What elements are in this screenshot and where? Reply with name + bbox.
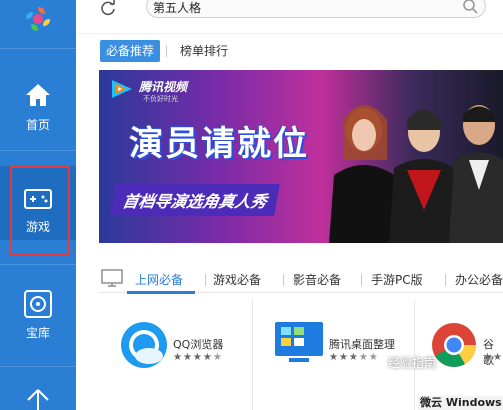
promo-banner[interactable]: 腾讯视频 不负好时光 演员请就位 首档导演选角真人秀 [99, 70, 503, 243]
category-divider [283, 274, 284, 286]
refresh-icon[interactable] [100, 0, 116, 16]
sidebar-item-library[interactable]: 宝库 [0, 280, 76, 354]
category-media[interactable]: 影音必备 [293, 271, 341, 288]
app-card[interactable]: QQ浏览器 ★★★★★ [99, 300, 251, 410]
category-games[interactable]: 游戏必备 [213, 271, 261, 288]
app-logo-icon [26, 7, 50, 31]
watermark: 经验指南 [388, 356, 437, 370]
search-input[interactable] [153, 0, 433, 14]
category-divider [205, 274, 206, 286]
app-name: QQ浏览器 [173, 338, 224, 351]
rating-stars: ★★★★★ [483, 352, 503, 363]
category-active-indicator [127, 291, 195, 294]
upload-icon [27, 389, 49, 410]
chrome-icon [432, 323, 476, 367]
qq-browser-icon [121, 322, 167, 368]
category-bar: 上网必备 游戏必备 影音必备 手游PC版 办公必备 [99, 265, 503, 294]
banner-headline: 演员请就位 [129, 124, 309, 164]
tab-divider [166, 45, 167, 57]
rating-stars: ★★★★★ [173, 352, 223, 363]
banner-people-image [329, 105, 503, 243]
search-icon[interactable] [461, 0, 479, 15]
sidebar-item-label: 首页 [25, 118, 50, 132]
category-divider [445, 274, 446, 286]
app-logo-area [0, 0, 76, 48]
windows-badge: 微云 Windows [418, 396, 503, 410]
highlight-box [10, 166, 70, 256]
monitor-icon [101, 269, 123, 287]
home-icon [26, 84, 50, 106]
banner-brand-sub: 不负好时光 [143, 95, 178, 103]
sidebar-item-label: 宝库 [25, 326, 50, 340]
category-mobile-pc[interactable]: 手游PC版 [371, 271, 423, 288]
disc-icon [24, 290, 52, 318]
sidebar-item-upgrade[interactable] [0, 384, 76, 410]
sidebar: 首页 游戏 宝库 [0, 0, 76, 410]
sidebar-divider [0, 48, 76, 49]
banner-brand: 腾讯视频 [139, 80, 188, 94]
rating-stars: ★★★★★ [329, 352, 379, 363]
top-bar [76, 0, 503, 34]
tab-ranking[interactable]: 榜单排行 [174, 40, 234, 62]
category-web[interactable]: 上网必备 [135, 271, 183, 288]
app-name: 腾讯桌面整理 [329, 338, 395, 351]
category-office[interactable]: 办公必备 [455, 271, 503, 288]
sidebar-divider [0, 150, 76, 151]
sidebar-divider [0, 264, 76, 265]
sidebar-divider [0, 366, 76, 367]
tab-recommended[interactable]: 必备推荐 [100, 40, 161, 62]
search-box[interactable] [146, 0, 486, 18]
sidebar-item-home[interactable]: 首页 [0, 70, 76, 144]
category-divider [361, 274, 362, 286]
banner-subhead: 首档导演选角真人秀 [110, 184, 280, 216]
desktop-organizer-icon [275, 322, 323, 362]
tencent-video-logo [112, 80, 132, 98]
